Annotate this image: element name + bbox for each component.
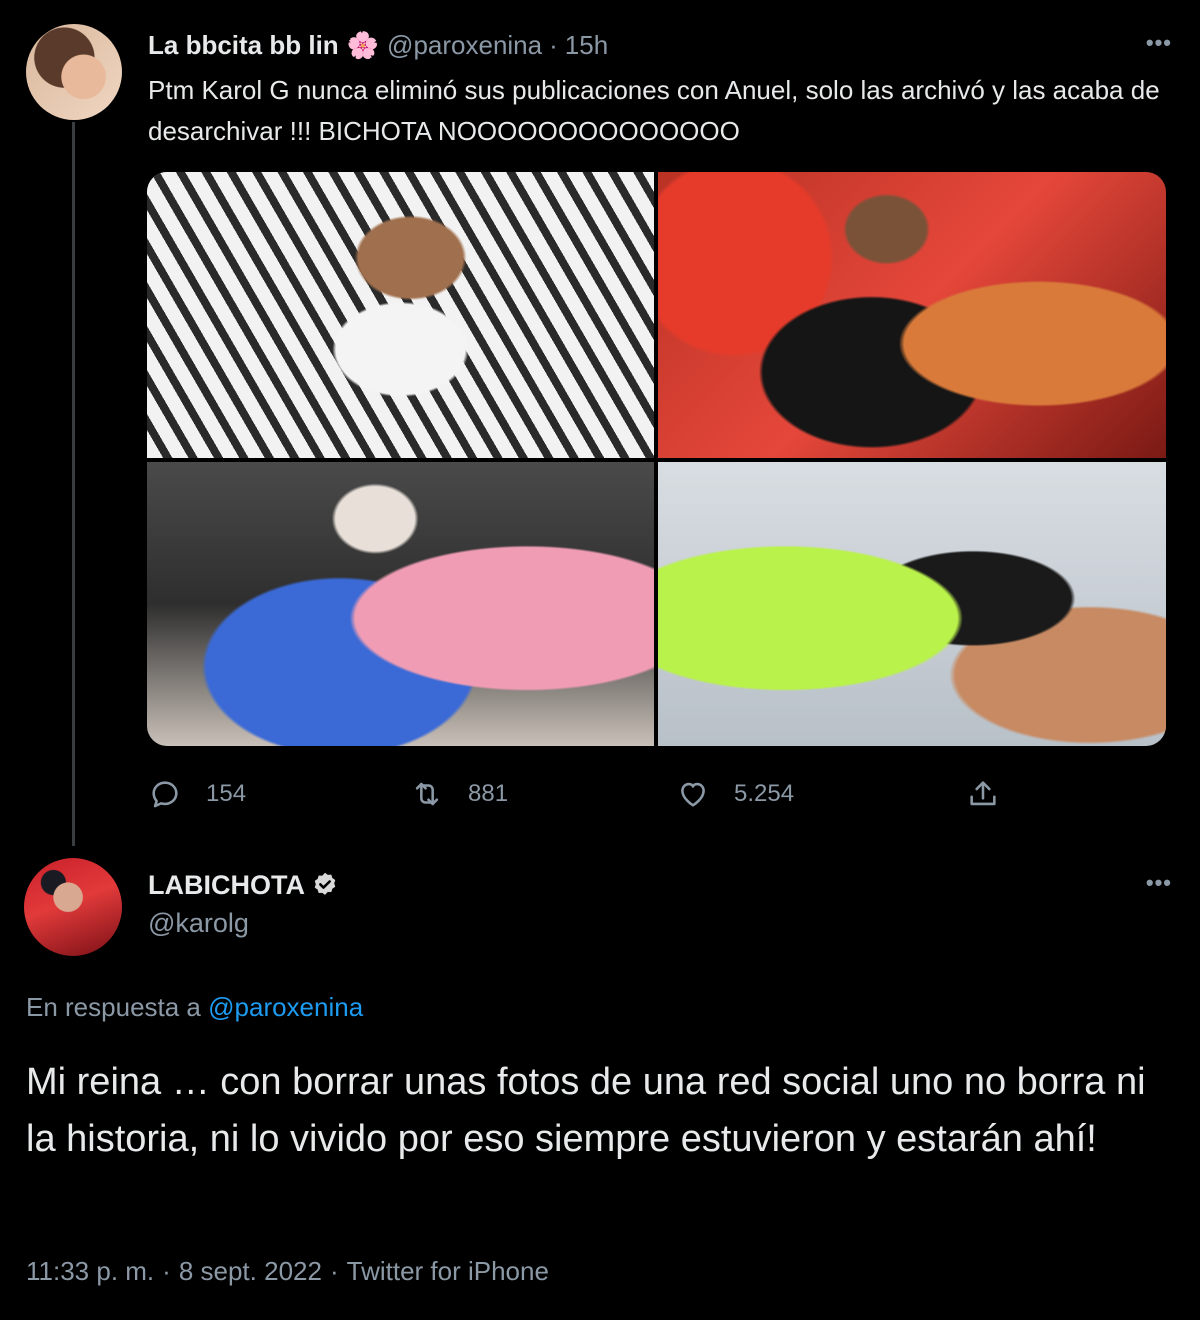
heart-icon bbox=[681, 782, 705, 807]
reply-prefix: En respuesta a bbox=[26, 992, 209, 1022]
media-grid bbox=[147, 172, 1166, 746]
more-options-icon[interactable]: ••• bbox=[1146, 870, 1172, 896]
avatar[interactable] bbox=[24, 858, 122, 956]
flower-emoji-icon: 🌸 bbox=[346, 29, 380, 60]
tweet-text: Ptm Karol G nunca eliminó sus publicacio… bbox=[148, 75, 1160, 146]
share-button[interactable] bbox=[966, 774, 1000, 814]
avatar[interactable] bbox=[26, 24, 122, 120]
tweet-timestamp[interactable]: 15h bbox=[565, 30, 608, 61]
verified-badge-icon bbox=[314, 872, 336, 895]
share-icon bbox=[970, 781, 996, 806]
retweet-button[interactable]: 881 bbox=[410, 774, 508, 814]
separator-dot: · bbox=[329, 1256, 339, 1286]
tweet-meta: 11:33 p. m. · 8 sept. 2022 · Twitter for iPh… bbox=[26, 1256, 549, 1287]
media-photo[interactable] bbox=[658, 172, 1166, 458]
tweet-time[interactable]: 11:33 p. m. bbox=[26, 1256, 154, 1286]
like-count: 5.254 bbox=[734, 780, 795, 807]
tweet-header: La bbcita bb lin 🌸 @paroxenina · 15h bbox=[148, 28, 608, 62]
retweet-count: 881 bbox=[468, 780, 509, 807]
display-name[interactable]: La bbcita bb lin bbox=[148, 30, 339, 61]
tweet-source[interactable]: Twitter for iPhone bbox=[347, 1256, 549, 1286]
reply-icon bbox=[152, 781, 178, 808]
reply-context: En respuesta a @paroxenina bbox=[26, 992, 363, 1023]
retweet-icon bbox=[415, 782, 439, 806]
separator-dot: · bbox=[162, 1256, 171, 1286]
tweet-header: LABICHOTA bbox=[148, 866, 339, 904]
reply-mention-link[interactable]: @paroxenina bbox=[208, 992, 363, 1022]
media-photo[interactable] bbox=[147, 462, 654, 746]
like-button[interactable]: 5.254 bbox=[676, 774, 794, 814]
media-photo[interactable] bbox=[658, 462, 1166, 746]
tweet-date[interactable]: 8 sept. 2022 bbox=[179, 1256, 322, 1286]
thread-connector-line bbox=[72, 122, 75, 846]
display-name[interactable]: LABICHOTA bbox=[148, 870, 305, 901]
media-photo[interactable] bbox=[147, 172, 654, 458]
user-handle[interactable]: @paroxenina bbox=[387, 30, 542, 61]
more-options-icon[interactable]: ••• bbox=[1146, 30, 1172, 56]
user-handle[interactable]: @karolg bbox=[148, 908, 249, 939]
reply-count: 154 bbox=[206, 780, 247, 807]
reply-button[interactable]: 154 bbox=[148, 774, 246, 814]
tweet-text: Mi reina … con borrar unas fotos de una … bbox=[26, 1061, 1146, 1160]
separator-dot: · bbox=[549, 29, 558, 60]
